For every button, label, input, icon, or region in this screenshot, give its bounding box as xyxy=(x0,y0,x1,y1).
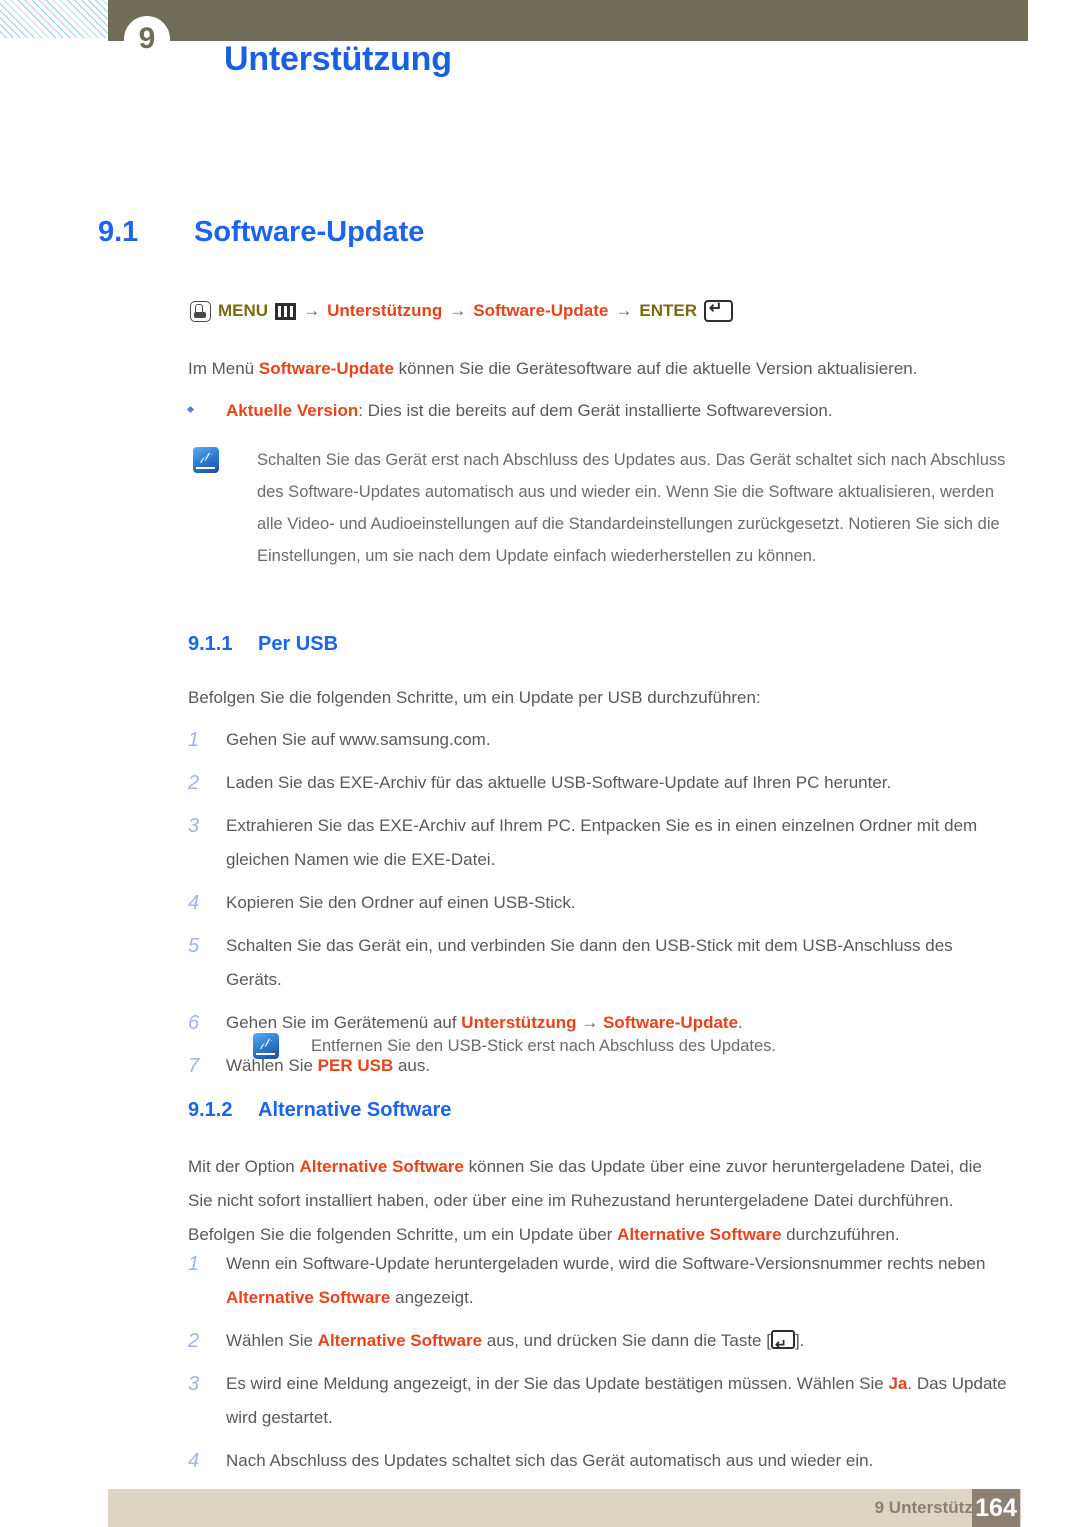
chapter-number-badge: 9 xyxy=(124,16,170,62)
step-text: Extrahieren Sie das EXE-Archiv auf Ihrem… xyxy=(226,816,978,869)
list-item: 2 Wählen Sie Alternative Software aus, u… xyxy=(188,1324,1008,1361)
list-item: 5 Schalten Sie das Gerät ein, und verbin… xyxy=(188,929,1008,997)
alt-step2-text-3: ]. xyxy=(794,1331,805,1350)
note-box-usb: Entfernen Sie den USB-Stick erst nach Ab… xyxy=(253,1030,1013,1062)
step-number: 3 xyxy=(188,815,200,837)
alt-steps-list: 1 Wenn ein Software-Update heruntergelad… xyxy=(188,1247,1008,1487)
breadcrumb-enter-label: ENTER xyxy=(639,301,697,320)
bullet-item-aktuelle-version: Aktuelle Version: Dies ist die bereits a… xyxy=(186,396,978,426)
usb-intro-paragraph: Befolgen Sie die folgenden Schritte, um … xyxy=(188,688,761,707)
list-item: 2 Laden Sie das EXE-Archiv für das aktue… xyxy=(188,766,1008,800)
decorative-stripes xyxy=(0,0,108,38)
step-number: 3 xyxy=(188,1373,200,1395)
step-text: Laden Sie das EXE-Archiv für das aktuell… xyxy=(226,773,892,792)
step-text: Nach Abschluss des Updates schaltet sich… xyxy=(226,1451,874,1470)
list-item: 3 Extrahieren Sie das EXE-Archiv auf Ihr… xyxy=(188,809,1008,877)
chapter-title: Unterstützung xyxy=(224,40,452,78)
alt-step3-text-1: Es wird eine Meldung angezeigt, in der S… xyxy=(226,1374,889,1393)
list-item: 1 Wenn ein Software-Update heruntergelad… xyxy=(188,1247,1008,1315)
step-number: 2 xyxy=(188,1330,200,1352)
subsection-heading-alternative-software: 9.1.2 Alternative Software xyxy=(188,1099,451,1122)
breadcrumb-arrow-2: → xyxy=(449,301,467,320)
alt-step2-highlight: Alternative Software xyxy=(317,1331,483,1350)
note-box-main: Schalten Sie das Gerät erst nach Abschlu… xyxy=(193,444,1013,572)
list-item: 1 Gehen Sie auf www.samsung.com. xyxy=(188,723,1008,757)
step-number: 7 xyxy=(188,1055,200,1077)
intro-paragraph: Im Menü Software-Update können Sie die G… xyxy=(188,352,978,386)
intro-text-2: können Sie die Gerätesoftware auf die ak… xyxy=(393,359,918,378)
note-usb-text: Entfernen Sie den USB-Stick erst nach Ab… xyxy=(311,1037,776,1055)
alt-step3-highlight: Ja xyxy=(888,1374,908,1393)
alt-step2-text-1: Wählen Sie xyxy=(226,1331,318,1350)
bullet-text: : Dies ist die bereits auf dem Gerät ins… xyxy=(358,401,833,420)
step-number: 4 xyxy=(188,1450,200,1472)
note-pen-icon xyxy=(193,447,219,473)
intro-text-1: Im Menü xyxy=(188,359,259,378)
breadcrumb-menu-label: MENU xyxy=(218,301,269,320)
subsection-heading-per-usb: 9.1.1 Per USB xyxy=(188,633,338,656)
header-bar xyxy=(108,0,1028,41)
alt-intro-paragraph: Mit der Option Alternative Software könn… xyxy=(188,1150,1006,1252)
step-text: Wählen Sie Alternative Software aus, und… xyxy=(226,1324,1008,1361)
alt-intro-highlight-2: Alternative Software xyxy=(617,1225,782,1244)
breadcrumb-item-software-update: Software-Update xyxy=(473,301,609,320)
subsection-alt-number: 9.1.2 xyxy=(188,1099,233,1121)
note-pen-icon xyxy=(253,1033,279,1059)
list-item: 4 Nach Abschluss des Updates schaltet si… xyxy=(188,1444,1008,1478)
enter-key-icon xyxy=(770,1327,795,1361)
section-title: Software-Update xyxy=(194,216,425,248)
note-main-text: Schalten Sie das Gerät erst nach Abschlu… xyxy=(257,451,1006,565)
alt-step1-text-1: Wenn ein Software-Update heruntergeladen… xyxy=(226,1254,986,1273)
section-number: 9.1 xyxy=(98,216,139,248)
footer-page-number: 164 xyxy=(972,1489,1020,1527)
section-heading: 9.1 Software-Update xyxy=(98,216,424,249)
alt-intro-text-3: durchzuführen. xyxy=(781,1225,900,1244)
breadcrumb-arrow-1: → xyxy=(303,301,321,320)
subsection-usb-number: 9.1.1 xyxy=(188,633,233,655)
step-text: Wenn ein Software-Update heruntergeladen… xyxy=(226,1247,1008,1315)
breadcrumb-item-unterstuetzung: Unterstützung xyxy=(327,301,443,320)
alt-step2-text-2: aus, und drücken Sie dann die Taste [ xyxy=(482,1331,771,1350)
menu-bars-icon xyxy=(275,302,297,320)
alt-step1-highlight: Alternative Software xyxy=(226,1288,391,1307)
alt-intro-highlight-1: Alternative Software xyxy=(299,1157,464,1176)
breadcrumb: MENU → Unterstützung → Software-Update →… xyxy=(190,298,733,322)
step-number: 2 xyxy=(188,772,200,794)
step-number: 4 xyxy=(188,892,200,914)
enter-key-icon xyxy=(703,298,733,322)
intro-highlight: Software-Update xyxy=(258,359,394,378)
subsection-alt-title: Alternative Software xyxy=(258,1099,452,1121)
subsection-usb-title: Per USB xyxy=(258,633,339,655)
step-text: Es wird eine Meldung angezeigt, in der S… xyxy=(226,1367,1008,1435)
bullet-dot-icon xyxy=(186,405,195,414)
step-text: Kopieren Sie den Ordner auf einen USB-St… xyxy=(226,893,576,912)
bullet-highlight: Aktuelle Version xyxy=(226,401,359,420)
list-item: 4 Kopieren Sie den Ordner auf einen USB-… xyxy=(188,886,1008,920)
breadcrumb-arrow-3: → xyxy=(615,301,633,320)
step-number: 5 xyxy=(188,935,200,957)
step-text: Schalten Sie das Gerät ein, und verbinde… xyxy=(226,936,953,989)
hand-press-icon xyxy=(190,300,211,322)
alt-step1-text-2: angezeigt. xyxy=(390,1288,474,1307)
step-number: 1 xyxy=(188,729,200,751)
list-item: 3 Es wird eine Meldung angezeigt, in der… xyxy=(188,1367,1008,1435)
page-header: 9 Unterstützung xyxy=(0,0,1080,110)
step-number: 1 xyxy=(188,1253,200,1275)
alt-intro-text-1: Mit der Option xyxy=(188,1157,300,1176)
step-text: Gehen Sie auf www.samsung.com. xyxy=(226,730,491,749)
step-number: 6 xyxy=(188,1012,200,1034)
